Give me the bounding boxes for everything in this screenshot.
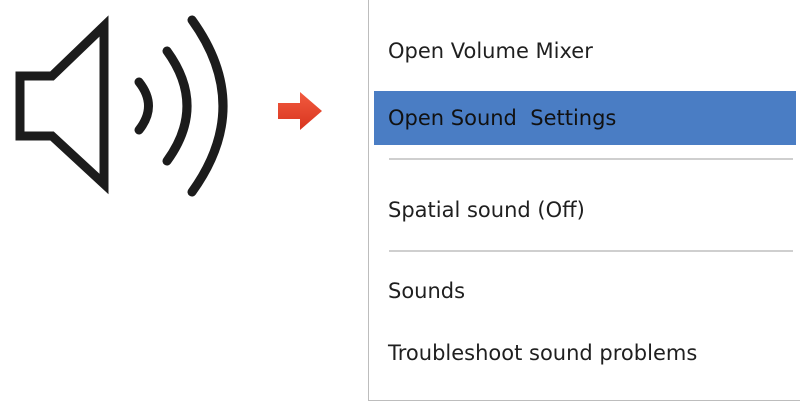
- menu-item-spatial-sound[interactable]: Spatial sound (Off): [374, 183, 796, 237]
- context-menu: Open Volume Mixer Open Sound Settings Sp…: [368, 0, 800, 401]
- menu-item-open-sound-settings[interactable]: Open Sound Settings: [374, 91, 796, 145]
- menu-item-troubleshoot-sound-problems[interactable]: Troubleshoot sound problems: [374, 326, 796, 380]
- screenshot-canvas: Open Volume Mixer Open Sound Settings Sp…: [0, 0, 801, 401]
- menu-item-open-volume-mixer[interactable]: Open Volume Mixer: [374, 24, 796, 78]
- right-arrow-icon: [278, 92, 322, 130]
- menu-separator: [389, 250, 793, 252]
- speaker-volume-icon: [15, 15, 228, 197]
- menu-separator: [389, 158, 793, 160]
- menu-item-sounds[interactable]: Sounds: [374, 264, 796, 318]
